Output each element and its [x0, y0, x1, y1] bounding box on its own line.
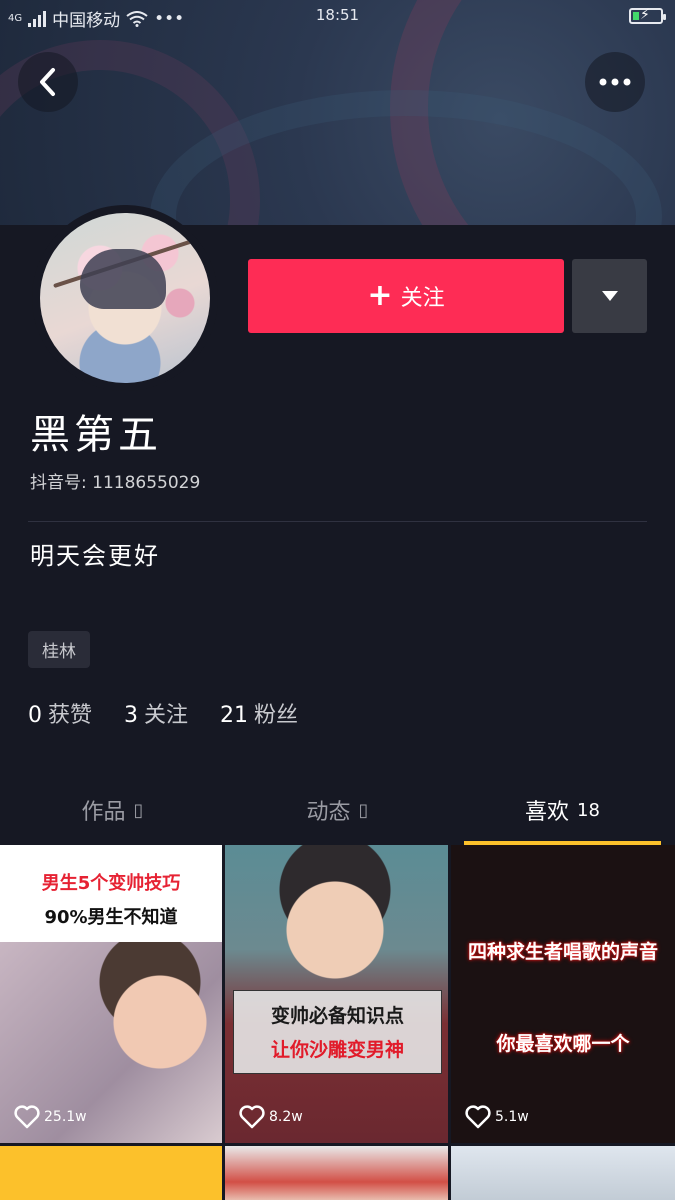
- video-caption-line1: 四种求生者唱歌的声音: [467, 941, 658, 963]
- tab-likes[interactable]: 喜欢 18: [450, 775, 675, 845]
- divider: [28, 521, 647, 522]
- avatar[interactable]: [40, 213, 210, 383]
- video-caption-line2: 90%男生不知道: [44, 907, 178, 928]
- profile-bio: 明天会更好: [30, 542, 160, 570]
- battery-icon: ⚡: [629, 7, 666, 24]
- profile-tabs: 作品 ▯ 动态 ▯ 喜欢 18: [0, 775, 675, 845]
- video-thumbnail[interactable]: [451, 1146, 675, 1200]
- stat-following[interactable]: 3 关注: [124, 697, 188, 729]
- heart-outline-icon: [465, 1105, 491, 1129]
- follow-button[interactable]: + 关注: [248, 259, 564, 333]
- video-caption-line1: 男生5个变帅技巧: [41, 873, 181, 894]
- status-bar: 4G 中国移动 ••• 18:51 ⚡: [0, 0, 675, 34]
- tab-works[interactable]: 作品 ▯: [0, 775, 225, 845]
- profile-stats: 0 获赞 3 关注 21 粉丝: [28, 697, 298, 729]
- plus-icon: +: [367, 278, 393, 313]
- clock: 18:51: [315, 6, 360, 24]
- back-button[interactable]: [18, 52, 78, 112]
- video-grid: 男生5个变帅技巧 90%男生不知道 25.1w 变帅必备知识点 让你沙雕变男神 …: [0, 845, 675, 1200]
- heart-outline-icon: [14, 1105, 40, 1129]
- video-thumbnail[interactable]: 变帅必备知识点 让你沙雕变男神 8.2w: [225, 845, 448, 1143]
- stat-followers[interactable]: 21 粉丝: [220, 697, 298, 729]
- location-tag: 桂林: [28, 631, 90, 668]
- video-caption-box: 变帅必备知识点 让你沙雕变男神: [233, 990, 442, 1074]
- video-thumbnail[interactable]: [225, 1146, 448, 1200]
- video-caption-line1: 变帅必备知识点: [270, 1005, 404, 1027]
- follow-label: 关注: [400, 286, 445, 311]
- tab-moments[interactable]: 动态 ▯: [225, 775, 450, 845]
- more-button[interactable]: [585, 52, 645, 112]
- video-thumbnail[interactable]: 男生5个变帅技巧 90%男生不知道 25.1w: [0, 845, 222, 1143]
- like-count: 25.1w: [14, 1105, 87, 1129]
- video-caption-line2: 让你沙雕变男神: [270, 1039, 404, 1061]
- recommend-dropdown-button[interactable]: [572, 259, 647, 333]
- video-caption-line2: 你最喜欢哪一个: [496, 1033, 630, 1055]
- chevron-left-icon: [40, 68, 55, 96]
- triangle-down-icon: [601, 291, 618, 301]
- like-count: 8.2w: [239, 1105, 303, 1129]
- heart-outline-icon: [239, 1105, 265, 1129]
- like-count: 5.1w: [465, 1105, 529, 1129]
- douyin-id[interactable]: 抖音号: 1118655029: [30, 468, 200, 493]
- more-dots-icon: [599, 78, 631, 86]
- stat-likes[interactable]: 0 获赞: [28, 697, 92, 729]
- video-thumbnail[interactable]: 四种求生者唱歌的声音 你最喜欢哪一个 5.1w: [451, 845, 675, 1143]
- profile-name: 黑第五: [30, 412, 162, 458]
- video-thumbnail[interactable]: [0, 1146, 222, 1200]
